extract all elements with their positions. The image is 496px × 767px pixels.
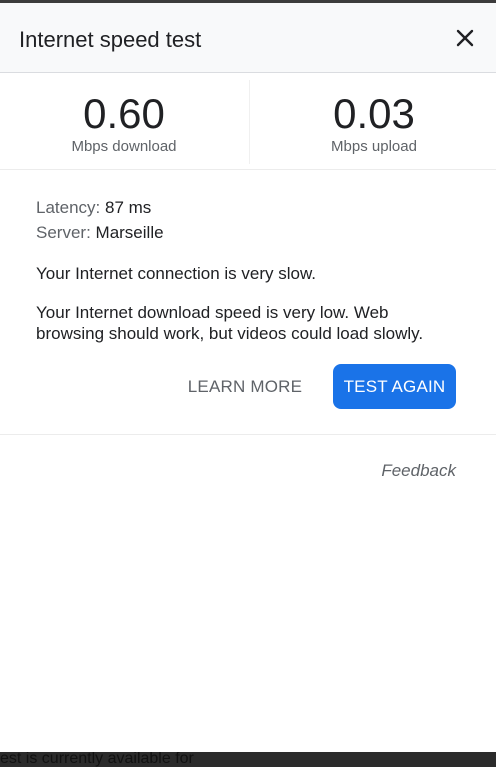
learn-more-button[interactable]: LEARN MORE: [180, 364, 310, 409]
download-result: 0.60 Mbps download: [0, 90, 248, 156]
connection-status-message: Your Internet connection is very slow.: [36, 264, 317, 283]
latency-value: 87 ms: [105, 198, 152, 217]
speed-results: 0.60 Mbps download 0.03 Mbps upload: [0, 74, 496, 170]
section-divider: [0, 434, 496, 435]
latency-label: Latency:: [36, 198, 101, 217]
close-icon: [456, 29, 474, 47]
feedback-link[interactable]: Feedback: [381, 461, 456, 481]
test-details: Latency: 87 ms Server: Marseille: [36, 197, 466, 247]
background-page-strip: est is currently available for: [0, 752, 496, 767]
server-label: Server:: [36, 223, 91, 242]
background-page-text: est is currently available for: [0, 752, 194, 767]
dialog-header: Internet speed test: [0, 3, 496, 73]
download-unit: Mbps download: [71, 138, 177, 155]
latency-row: Latency: 87 ms: [36, 197, 466, 222]
upload-unit: Mbps upload: [331, 138, 417, 155]
upload-result: 0.03 Mbps upload: [250, 90, 496, 156]
close-button[interactable]: [449, 22, 481, 54]
test-again-button[interactable]: TEST AGAIN: [333, 364, 456, 409]
upload-value: 0.03: [333, 90, 415, 137]
speed-explanation-message: Your Internet download speed is very low…: [36, 303, 424, 343]
server-value: Marseille: [95, 223, 164, 242]
dialog-title: Internet speed test: [19, 27, 202, 52]
download-value: 0.60: [83, 90, 165, 137]
server-row: Server: Marseille: [36, 222, 466, 247]
